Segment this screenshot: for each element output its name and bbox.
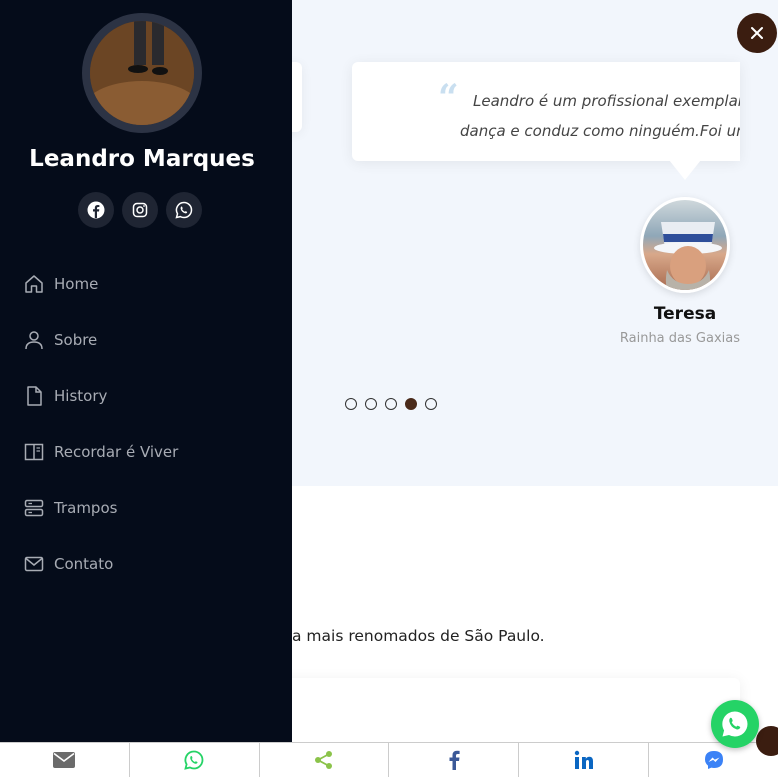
sidebar: Leandro Marques Home Sobre History Recor… (0, 0, 292, 742)
testimonial-quote-line-1: Leandro é um profissional exemplar... (473, 92, 740, 110)
user-icon (22, 328, 46, 352)
sidebar-item-label: Home (54, 275, 99, 293)
carousel-dot-4[interactable] (405, 398, 417, 410)
testimonial-role: Rainha das Gaxias (619, 331, 740, 346)
whatsapp-icon (184, 750, 204, 770)
carousel-dot-2[interactable] (365, 398, 377, 410)
book-icon (22, 440, 46, 464)
sidebar-item-contato[interactable]: Contato (22, 536, 178, 592)
close-icon (751, 27, 763, 39)
testimonial-card: “ Leandro é um profissional exemplar... … (352, 62, 740, 161)
sidebar-item-recordar[interactable]: Recordar é Viver (22, 424, 178, 480)
sidebar-item-history[interactable]: History (22, 368, 178, 424)
linkedin-icon (574, 750, 593, 769)
home-icon (22, 272, 46, 296)
share-icon (315, 751, 333, 769)
sidebar-item-label: Trampos (54, 499, 118, 517)
whatsapp-icon (722, 711, 748, 737)
scroll-to-top-button[interactable] (756, 726, 778, 756)
instagram-link[interactable] (122, 192, 158, 228)
testimonial-avatar (640, 197, 730, 293)
email-icon (53, 752, 76, 768)
testimonial-name: Teresa (653, 304, 717, 324)
mail-icon (22, 552, 46, 576)
sidebar-item-label: Recordar é Viver (54, 443, 179, 461)
facebook-icon (87, 201, 105, 219)
sidebar-item-label: Contato (54, 555, 114, 573)
share-generic-button[interactable] (260, 743, 390, 777)
sidebar-item-home[interactable]: Home (22, 256, 178, 312)
server-icon (22, 496, 46, 520)
carousel-dot-3[interactable] (385, 398, 397, 410)
carousel-dot-5[interactable] (425, 398, 437, 410)
facebook-icon (449, 750, 460, 770)
file-icon (22, 384, 46, 408)
carousel-dot-1[interactable] (345, 398, 357, 410)
sidebar-item-label: Sobre (54, 331, 98, 349)
social-links (78, 192, 202, 228)
testimonial-card-pointer (669, 160, 701, 180)
whatsapp-icon (175, 201, 193, 219)
carousel-pagination (345, 398, 437, 410)
share-email-button[interactable] (0, 743, 130, 777)
share-linkedin-button[interactable] (519, 743, 650, 777)
sidebar-item-label: History (54, 387, 108, 405)
sidebar-item-sobre[interactable]: Sobre (22, 312, 178, 368)
messenger-icon (704, 751, 723, 769)
share-bar (0, 742, 778, 777)
testimonial-quote-line-2: dança e conduz como ninguém.Foi um (460, 122, 740, 140)
sidebar-nav: Home Sobre History Recordar é Viver Tram… (22, 270, 178, 592)
share-whatsapp-button[interactable] (130, 743, 260, 777)
close-menu-button[interactable] (737, 13, 777, 53)
facebook-link[interactable] (78, 192, 114, 228)
whatsapp-link[interactable] (166, 192, 202, 228)
whatsapp-float-button[interactable] (711, 700, 759, 748)
share-facebook-button[interactable] (389, 743, 520, 777)
instagram-icon (132, 202, 148, 218)
profile-photo (82, 13, 202, 133)
profile-name: Leandro Marques (29, 146, 255, 172)
quote-mark-icon: “ (438, 77, 459, 119)
sidebar-item-trampos[interactable]: Trampos (22, 480, 178, 536)
